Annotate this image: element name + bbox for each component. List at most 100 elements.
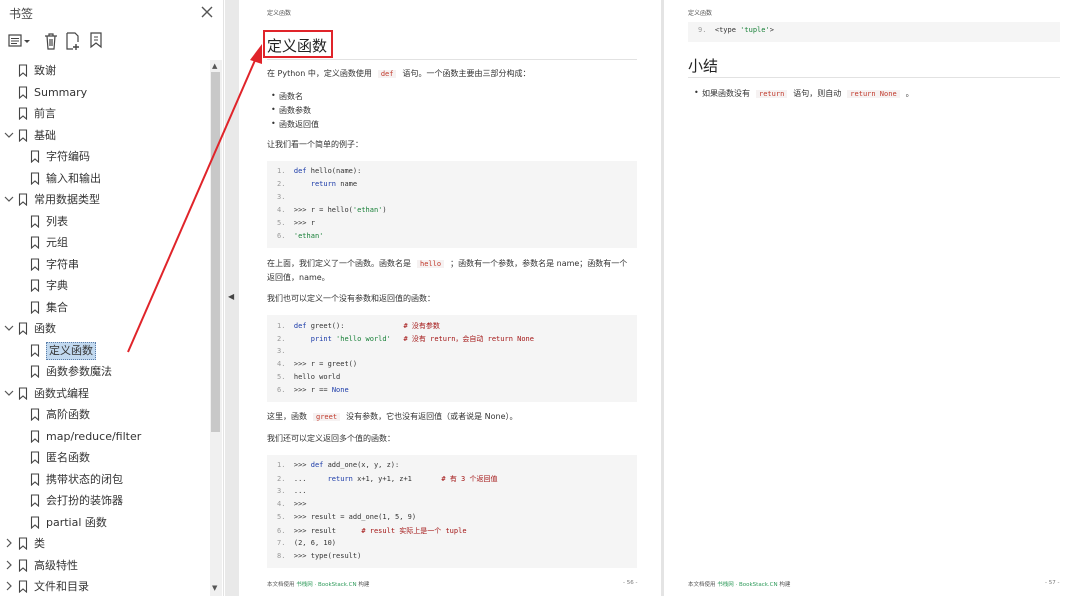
chevron-right-icon[interactable] bbox=[4, 538, 14, 548]
bookmark-label: 定义函数 bbox=[46, 341, 96, 360]
line-number: 5. bbox=[277, 219, 286, 227]
scroll-down-icon[interactable]: ▼ bbox=[212, 584, 217, 592]
bookmarks-header: 书签 bbox=[0, 0, 224, 26]
bookmark-item[interactable]: 函数 bbox=[0, 318, 210, 339]
bookmark-scrollbar[interactable]: ▲ ▼ bbox=[210, 60, 222, 596]
footer-brand-link[interactable]: 书栈网 · BookStack.CN bbox=[717, 582, 777, 588]
chevron-right-icon[interactable] bbox=[4, 560, 14, 570]
code-block-continued: 9. <type 'tuple'> bbox=[688, 22, 1060, 42]
code-block-hello: 1. def hello(name): 2. return name 3. 4. >… bbox=[267, 161, 637, 248]
collapse-panel-icon[interactable]: ◀ bbox=[228, 292, 234, 301]
bookmark-label: 会打扮的装饰器 bbox=[46, 494, 123, 507]
code-line: 3. ... bbox=[277, 487, 307, 495]
paragraph-no-args: 我们也可以定义一个没有参数和返回值的函数： bbox=[267, 294, 435, 303]
bookmark-item[interactable]: 携带状态的闭包 bbox=[0, 469, 210, 490]
code-token: # 有 3 个返回值 bbox=[441, 475, 498, 483]
bookmark-item[interactable]: 输入和输出 bbox=[0, 168, 210, 189]
bookmark-label: 高阶函数 bbox=[46, 408, 90, 421]
bookmark-icon bbox=[30, 408, 40, 421]
bookmark-icon bbox=[18, 85, 28, 99]
line-number: 2. bbox=[277, 180, 286, 188]
bookmark-item[interactable]: 定义函数 bbox=[0, 340, 210, 361]
bookmark-item[interactable]: 函数式编程 bbox=[0, 383, 210, 404]
chevron-down-icon[interactable] bbox=[4, 130, 14, 140]
summary-text: 如果函数没有 bbox=[702, 89, 750, 98]
line-number: 5. bbox=[277, 373, 286, 381]
bookmark-item[interactable]: 字符编码 bbox=[0, 146, 210, 167]
line-number: 6. bbox=[277, 527, 286, 535]
bookmark-item[interactable]: 集合 bbox=[0, 297, 210, 318]
bookmark-item[interactable]: 文件和目录 bbox=[0, 576, 210, 596]
inline-code: def bbox=[377, 70, 397, 78]
bookmark-item[interactable]: 前言 bbox=[0, 103, 210, 124]
footer-brand-link[interactable]: 书栈网 · BookStack.CN bbox=[296, 582, 356, 588]
bookmark-item[interactable]: map/reduce/filter bbox=[0, 426, 210, 447]
bookmark-item[interactable]: 会打扮的装饰器 bbox=[0, 490, 210, 511]
title-rule bbox=[267, 59, 637, 60]
bookmark-item[interactable]: 函数参数魔法 bbox=[0, 361, 210, 382]
bookmark-item[interactable]: 类 bbox=[0, 533, 210, 554]
bookmark-item[interactable]: partial 函数 bbox=[0, 512, 210, 533]
bookmark-label: 集合 bbox=[46, 300, 68, 314]
bookmark-item[interactable]: 列表 bbox=[0, 211, 210, 232]
code-token: >>> type(result) bbox=[293, 552, 362, 560]
paragraph-hello-line2: 返回值，name。 bbox=[267, 273, 330, 282]
bookmark-item[interactable]: 高阶函数 bbox=[0, 404, 210, 425]
bookmark-item[interactable]: Summary bbox=[0, 82, 210, 103]
code-token: None bbox=[331, 386, 349, 394]
chevron-down-icon[interactable] bbox=[4, 194, 14, 204]
page-footer: 本文档使用 书栈网 · BookStack.CN 构建 bbox=[688, 580, 790, 588]
scrollbar-thumb[interactable] bbox=[211, 72, 220, 432]
bookmark-icon bbox=[30, 494, 40, 507]
bookmark-label: 匿名函数 bbox=[46, 451, 90, 464]
bookmark-icon bbox=[30, 472, 40, 486]
bookmark-icon bbox=[18, 107, 28, 120]
bookmark-item[interactable]: 匿名函数 bbox=[0, 447, 210, 468]
para-text: 在上面，我们定义了一个函数。函数名是 bbox=[267, 259, 411, 268]
chevron-down-icon[interactable] bbox=[4, 388, 14, 398]
line-number: 3. bbox=[277, 347, 286, 355]
close-icon[interactable] bbox=[198, 3, 216, 21]
bookmark-label: 高级特性 bbox=[34, 558, 78, 572]
chevron-down-icon[interactable] bbox=[4, 323, 14, 333]
code-token: def bbox=[293, 322, 311, 330]
bookmark-icon bbox=[30, 236, 40, 249]
intro-paragraph: 在 Python 中，定义函数使用 def 语句。一个函数主要由三部分构成： bbox=[267, 68, 530, 80]
bookmark-item[interactable]: 高级特性 bbox=[0, 555, 210, 576]
line-number: 6. bbox=[277, 232, 286, 240]
bookmark-icon bbox=[30, 343, 40, 357]
bookmark-label: 字符编码 bbox=[46, 150, 90, 163]
chevron-right-icon[interactable] bbox=[4, 581, 14, 591]
bookmark-icon bbox=[18, 193, 28, 206]
intro-text-end: 语句。一个函数主要由三部分构成： bbox=[402, 69, 531, 78]
footer-text: 本文档使用 bbox=[688, 582, 718, 588]
bookmark-label: 文件和目录 bbox=[34, 580, 89, 593]
bookmark-item[interactable]: 基础 bbox=[0, 125, 210, 146]
panel-splitter[interactable]: ◀ bbox=[225, 0, 239, 596]
page-number: - 56 - bbox=[623, 580, 638, 586]
code-token: def bbox=[310, 461, 328, 469]
bookmark-item[interactable]: 字典 bbox=[0, 275, 210, 296]
bookmark-item[interactable]: 常用数据类型 bbox=[0, 189, 210, 210]
bookmark-properties-icon[interactable] bbox=[88, 31, 106, 51]
line-number: 7. bbox=[277, 539, 286, 547]
new-bookmark-icon[interactable] bbox=[64, 31, 82, 51]
bookmark-item[interactable]: 致谢 bbox=[0, 60, 210, 81]
bookmarks-toolbar bbox=[0, 28, 224, 56]
code-line: 1. def greet(): # 没有参数 bbox=[277, 321, 440, 331]
code-token: # result 实际上是一个 tuple bbox=[361, 527, 467, 535]
bookmark-item[interactable]: 元组 bbox=[0, 232, 210, 253]
para-text-end: ；函数有一个参数，参数名是 name；函数有一个 bbox=[450, 259, 628, 268]
scroll-up-icon[interactable]: ▲ bbox=[212, 62, 217, 70]
code-token: return bbox=[327, 475, 353, 483]
options-menu-icon[interactable] bbox=[8, 31, 32, 51]
bookmark-item[interactable]: 字符串 bbox=[0, 254, 210, 275]
intro-text: 在 Python 中，定义函数使用 bbox=[267, 69, 372, 78]
bookmark-icon bbox=[18, 322, 28, 335]
delete-icon[interactable] bbox=[42, 31, 60, 51]
code-line: 3. bbox=[277, 347, 294, 355]
summary-text-end: 。 bbox=[905, 89, 914, 98]
code-token: >>> result bbox=[293, 527, 362, 535]
